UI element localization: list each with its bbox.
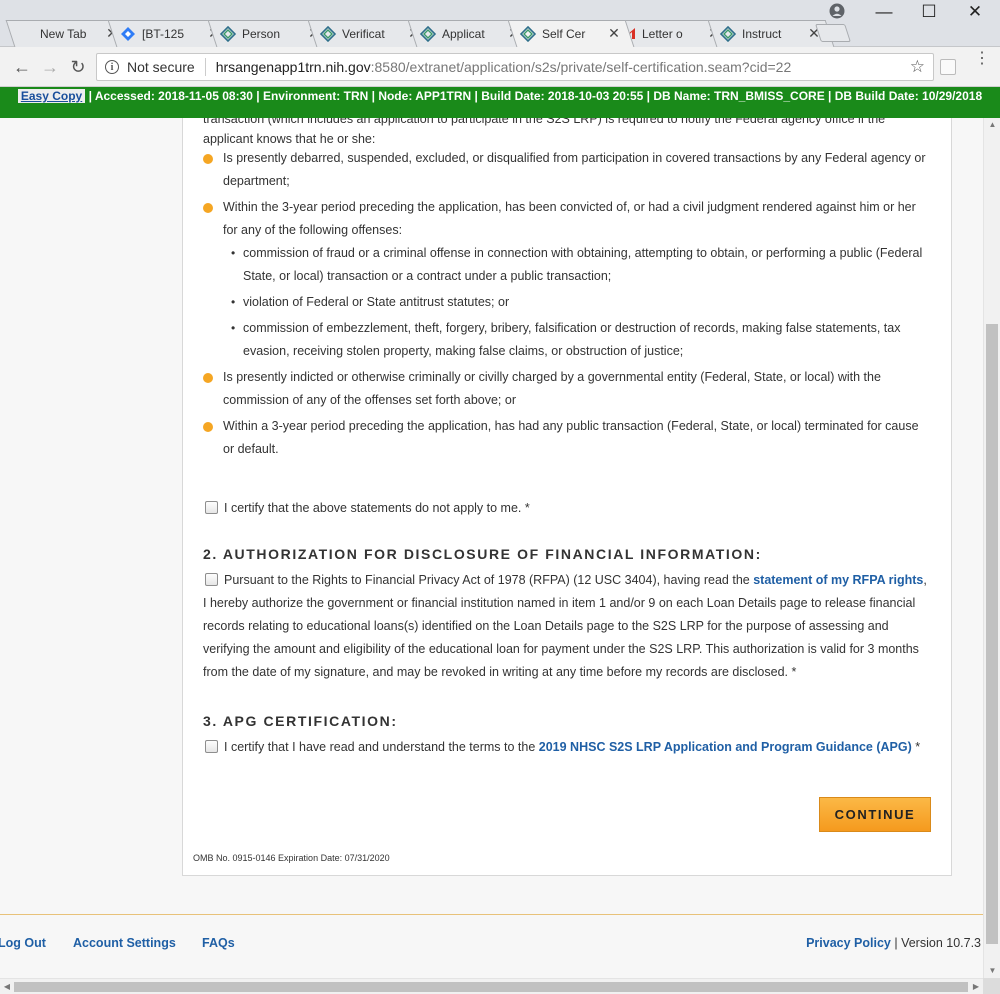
version-info: Privacy Policy | Version 10.7.3 [806, 936, 981, 950]
section2-text-after: , I hereby authorize the government or f… [203, 573, 927, 679]
hrsa-logo-icon [520, 25, 536, 42]
browser-tab[interactable]: Instruct ✕ [707, 20, 835, 47]
tab-title: Self Cer [542, 26, 586, 41]
section2-text-before: Pursuant to the Rights to Financial Priv… [224, 573, 754, 587]
scroll-left-icon[interactable]: ◀ [0, 979, 14, 994]
apg-guidance-link[interactable]: 2019 NHSC S2S LRP Application and Progra… [539, 740, 912, 754]
forward-arrow-icon[interactable]: → [38, 55, 62, 79]
horizontal-scroll-thumb[interactable] [14, 982, 968, 992]
page-viewport: Pursuant to 2 CFR 180.335 (2006) as impl… [0, 118, 983, 978]
reload-icon[interactable]: ↻ [66, 55, 90, 79]
faqs-link[interactable]: FAQs [202, 936, 235, 950]
section3-title: 3. APG CERTIFICATION: [203, 713, 398, 729]
scrollbar-corner [983, 978, 1000, 994]
sub-list-item: commission of embezzlement, theft, forge… [231, 317, 933, 363]
tab-title: Letter o [642, 26, 683, 41]
account-settings-link[interactable]: Account Settings [73, 936, 176, 950]
scroll-up-icon[interactable]: ▲ [984, 118, 1000, 132]
section3-text-after: * [911, 740, 921, 754]
logout-link[interactable]: Log Out [0, 936, 46, 950]
address-bar[interactable]: i Not secure hrsangenapp1trn.nih.gov:858… [96, 53, 934, 81]
version-label: | Version 10.7.3 [894, 936, 981, 950]
scroll-right-icon[interactable]: ▶ [969, 979, 983, 994]
disqualification-list: Is presently debarred, suspended, exclud… [203, 147, 933, 464]
easy-copy-link[interactable]: Easy Copy [17, 89, 86, 103]
browser-toolbar: ← → ↻ i Not secure hrsangenapp1trn.nih.g… [0, 47, 1000, 87]
tab-title: [BT-125 [142, 26, 185, 41]
extension-icon[interactable] [940, 59, 956, 75]
section3-text: I certify that I have read and understan… [203, 736, 933, 759]
offense-sub-list: commission of fraud or a criminal offens… [223, 242, 933, 363]
tab-title: Applicat [442, 26, 485, 41]
environment-info: | Accessed: 2018-11-05 08:30 | Environme… [85, 89, 983, 103]
sub-list-item: violation of Federal or State antitrust … [231, 291, 933, 314]
menu-kebab-icon[interactable]: ⋮ [974, 51, 990, 67]
section2-text: Pursuant to the Rights to Financial Priv… [203, 569, 933, 684]
blank-page-icon [18, 26, 34, 42]
browser-window: — ☐ ✕ New Tab✕[BT-125✕Person✕Verificat✕A… [0, 0, 1000, 994]
hrsa-logo-icon [220, 25, 236, 42]
section3-text-before: I certify that I have read and understan… [224, 740, 539, 754]
section1-intro: Pursuant to 2 CFR 180.335 (2006) as impl… [203, 118, 886, 146]
environment-banner: Easy Copy | Accessed: 2018-11-05 08:30 |… [0, 87, 1000, 118]
list-item: Within the 3-year period preceding the a… [203, 196, 933, 363]
section2-title: 2. AUTHORIZATION FOR DISCLOSURE OF FINAN… [203, 546, 762, 562]
self-certification-card: Pursuant to 2 CFR 180.335 (2006) as impl… [182, 118, 952, 876]
new-tab-button[interactable] [815, 24, 851, 42]
list-item-text: Within the 3-year period preceding the a… [223, 200, 916, 237]
certify-row: I certify that the above statements do n… [205, 501, 530, 515]
hrsa-logo-icon [720, 25, 736, 42]
hrsa-logo-icon [420, 25, 436, 42]
url-host: hrsangenapp1trn.nih.gov [215, 59, 371, 75]
divider [204, 58, 206, 76]
info-icon[interactable]: i [105, 60, 119, 74]
minimize-icon[interactable]: — [867, 2, 901, 22]
maximize-icon[interactable]: ☐ [912, 2, 946, 22]
certify-checkbox[interactable] [205, 501, 218, 514]
privacy-policy-link[interactable]: Privacy Policy [806, 936, 891, 950]
page-footer: Log Out Account Settings FAQs Privacy Po… [0, 930, 983, 960]
certify-label: I certify that the above statements do n… [224, 501, 530, 515]
sub-list-item: commission of fraud or a criminal offens… [231, 242, 933, 288]
vertical-scrollbar[interactable]: ▲ ▼ [983, 118, 1000, 978]
jira-diamond-icon [120, 26, 136, 42]
continue-button[interactable]: CONTINUE [819, 797, 931, 832]
vertical-scroll-thumb[interactable] [986, 324, 998, 944]
close-tab-icon[interactable]: ✕ [608, 25, 620, 42]
tab-title: Instruct [742, 26, 782, 41]
bookmark-star-icon[interactable]: ☆ [910, 57, 925, 77]
profile-icon[interactable] [829, 3, 845, 19]
rfpa-rights-link[interactable]: statement of my RFPA rights [753, 573, 923, 587]
horizontal-scrollbar[interactable]: ◀ ▶ [0, 978, 983, 994]
tab-title: Verificat [342, 26, 385, 41]
close-window-icon[interactable]: ✕ [958, 2, 992, 22]
security-label: Not secure [127, 59, 195, 75]
browser-tab[interactable]: Self Cer ✕ [507, 20, 635, 47]
list-item: Is presently indicted or otherwise crimi… [203, 366, 933, 412]
apg-certification-checkbox[interactable] [205, 740, 218, 753]
list-item: Within a 3-year period preceding the app… [203, 415, 933, 461]
tab-title: New Tab [40, 26, 87, 41]
footer-divider [0, 914, 983, 915]
omb-notice: OMB No. 0915-0146 Expiration Date: 07/31… [193, 853, 390, 863]
back-arrow-icon[interactable]: ← [10, 55, 34, 79]
scroll-down-icon[interactable]: ▼ [984, 964, 1000, 978]
hrsa-logo-icon [320, 25, 336, 42]
list-item: Is presently debarred, suspended, exclud… [203, 147, 933, 193]
tab-strip: — ☐ ✕ New Tab✕[BT-125✕Person✕Verificat✕A… [0, 0, 1000, 47]
url-path: :8580/extranet/application/s2s/private/s… [370, 59, 792, 75]
tab-title: Person [242, 26, 281, 41]
rfpa-authorization-checkbox[interactable] [205, 573, 218, 586]
